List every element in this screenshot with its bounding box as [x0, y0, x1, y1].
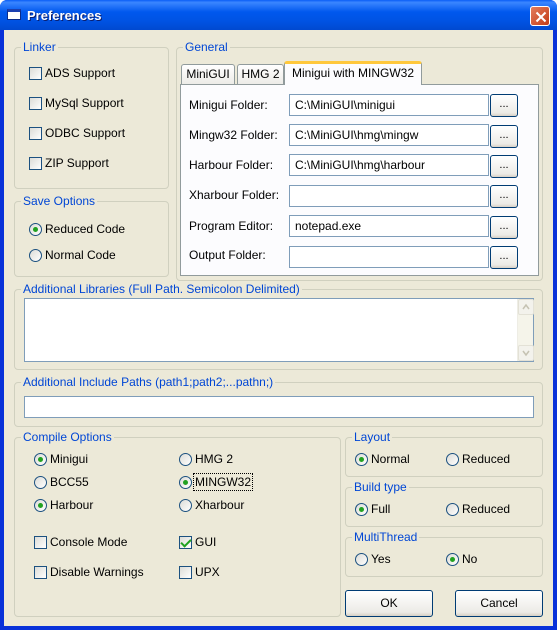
save-options-group-title: Save Options — [21, 194, 98, 208]
multithread-yes-radio[interactable] — [355, 553, 368, 566]
window-icon — [7, 9, 21, 20]
normal-code-label: Normal Code — [45, 248, 116, 262]
layout-normal-label: Normal — [371, 452, 410, 466]
bcc55-radio-label: BCC55 — [50, 475, 89, 489]
upx-checkbox[interactable] — [179, 566, 192, 579]
reduced-code-label: Reduced Code — [45, 222, 126, 236]
harbour-folder-browse-button[interactable]: ... — [490, 155, 518, 178]
xharbour-radio[interactable] — [179, 499, 192, 512]
odbc-support-label: ODBC Support — [45, 126, 126, 140]
zip-support-label: ZIP Support — [45, 156, 109, 170]
xharbour-folder-field[interactable] — [289, 185, 489, 207]
disable-warnings-checkbox[interactable] — [34, 566, 47, 579]
harbour-radio-label: Harbour — [50, 498, 94, 512]
save-options-group: Save Options — [14, 194, 169, 277]
libraries-scrollbar[interactable] — [517, 299, 534, 361]
window-title: Preferences — [27, 8, 102, 23]
hmg2-radio-label: HMG 2 — [195, 452, 234, 466]
minigui-radio-label: Minigui — [50, 452, 89, 466]
close-icon — [535, 11, 547, 23]
general-group-title: General — [183, 40, 230, 54]
hmg2-radio[interactable] — [179, 453, 192, 466]
build-reduced-radio[interactable] — [446, 503, 459, 516]
mysql-support-checkbox[interactable] — [29, 97, 42, 110]
build-full-label: Full — [371, 502, 391, 516]
mysql-support-label: MySql Support — [45, 96, 124, 110]
reduced-code-radio[interactable] — [29, 223, 42, 236]
minigui-folder-browse-button[interactable]: ... — [490, 94, 518, 117]
harbour-folder-field[interactable]: C:\MiniGUI\hmg\harbour — [289, 154, 489, 176]
normal-code-radio[interactable] — [29, 249, 42, 262]
mingw32-folder-browse-button[interactable]: ... — [490, 125, 518, 148]
compile-options-title: Compile Options — [21, 430, 114, 444]
ads-support-label: ADS Support — [45, 66, 116, 80]
odbc-support-checkbox[interactable] — [29, 127, 42, 140]
scroll-up-button[interactable] — [518, 299, 534, 315]
gui-label: GUI — [195, 535, 217, 549]
title-bar[interactable]: Preferences — [0, 0, 557, 30]
minigui-radio[interactable] — [34, 453, 47, 466]
additional-include-input[interactable] — [24, 396, 534, 418]
multithread-no-label: No — [462, 552, 478, 566]
additional-include-title: Additional Include Paths (path1;path2;..… — [21, 375, 276, 389]
build-full-radio[interactable] — [355, 503, 368, 516]
ads-support-checkbox[interactable] — [29, 67, 42, 80]
linker-group-title: Linker — [21, 40, 58, 54]
scroll-down-button[interactable] — [518, 345, 534, 361]
multithread-yes-label: Yes — [371, 552, 391, 566]
tab-minigui-mingw32[interactable]: Minigui with MINGW32 — [284, 61, 422, 85]
program-editor-field[interactable]: notepad.exe — [289, 215, 489, 237]
xharbour-folder-browse-button[interactable]: ... — [490, 185, 518, 208]
dialog-body: Linker ADS Support MySql Support ODBC Su… — [4, 30, 553, 626]
layout-reduced-radio[interactable] — [446, 453, 459, 466]
gui-checkbox[interactable] — [179, 536, 192, 549]
bcc55-radio[interactable] — [34, 476, 47, 489]
layout-title: Layout — [352, 430, 393, 444]
mingw32-radio-label: MINGW32 — [192, 473, 254, 491]
console-mode-label: Console Mode — [50, 535, 128, 549]
close-button[interactable] — [530, 6, 550, 26]
xharbour-radio-label: Xharbour — [195, 498, 245, 512]
minigui-folder-field[interactable]: C:\MiniGUI\minigui — [289, 94, 489, 116]
additional-libraries-input[interactable] — [24, 298, 534, 362]
output-folder-label: Output Folder: — [189, 248, 266, 262]
build-reduced-label: Reduced — [462, 502, 511, 516]
output-folder-field[interactable] — [289, 246, 489, 268]
multithread-title: MultiThread — [352, 530, 420, 544]
layout-normal-radio[interactable] — [355, 453, 368, 466]
disable-warnings-label: Disable Warnings — [50, 565, 144, 579]
tab-hmg2[interactable]: HMG 2 — [237, 64, 284, 85]
harbour-folder-label: Harbour Folder: — [189, 158, 274, 172]
build-type-title: Build type — [352, 480, 409, 494]
layout-reduced-label: Reduced — [462, 452, 511, 466]
preferences-window: Preferences Linker ADS Support MySql Sup… — [0, 0, 557, 630]
cancel-button[interactable]: Cancel — [455, 590, 543, 617]
tab-minigui[interactable]: MiniGUI — [181, 64, 235, 85]
harbour-radio[interactable] — [34, 499, 47, 512]
console-mode-checkbox[interactable] — [34, 536, 47, 549]
ok-button[interactable]: OK — [345, 590, 433, 617]
minigui-folder-label: Minigui Folder: — [189, 98, 268, 112]
xharbour-folder-label: Xharbour Folder: — [189, 188, 280, 202]
program-editor-browse-button[interactable]: ... — [490, 216, 518, 239]
scroll-up-icon — [522, 303, 530, 310]
upx-label: UPX — [195, 565, 220, 579]
zip-support-checkbox[interactable] — [29, 157, 42, 170]
mingw32-folder-label: Mingw32 Folder: — [189, 128, 278, 142]
additional-libraries-title: Additional Libraries (Full Path. Semicol… — [21, 282, 302, 296]
mingw32-radio[interactable] — [179, 476, 192, 489]
program-editor-label: Program Editor: — [189, 219, 274, 233]
mingw32-folder-field[interactable]: C:\MiniGUI\hmg\mingw — [289, 124, 489, 146]
scroll-down-icon — [522, 350, 530, 357]
output-folder-browse-button[interactable]: ... — [490, 246, 518, 269]
multithread-no-radio[interactable] — [446, 553, 459, 566]
